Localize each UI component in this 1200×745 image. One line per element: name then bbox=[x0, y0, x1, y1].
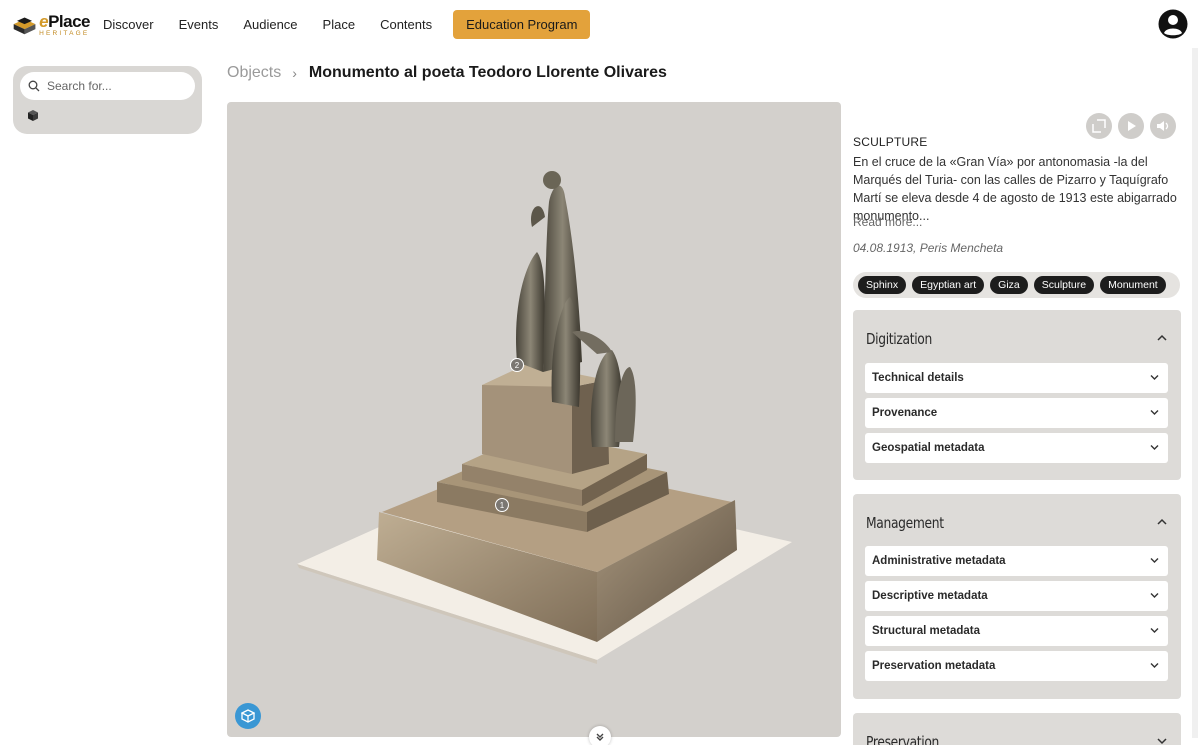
cube-icon[interactable] bbox=[27, 109, 39, 122]
tag-monument[interactable]: Monument bbox=[1100, 276, 1166, 294]
logo-place: Place bbox=[48, 11, 90, 31]
accordion-label: Structural metadata bbox=[872, 625, 981, 637]
tag-list: Sphinx Egyptian art Giza Sculpture Monum… bbox=[853, 272, 1180, 298]
3d-model-viewer[interactable]: 1 2 bbox=[227, 102, 841, 737]
accordion-label: Administrative metadata bbox=[872, 555, 1006, 567]
accordion-administrative-metadata[interactable]: Administrative metadata bbox=[865, 546, 1168, 576]
play-button[interactable] bbox=[1118, 113, 1144, 139]
search-box[interactable] bbox=[20, 72, 195, 100]
ar-view-button[interactable] bbox=[235, 703, 261, 729]
account-icon[interactable] bbox=[1158, 9, 1188, 39]
accordion-structural-metadata[interactable]: Structural metadata bbox=[865, 616, 1168, 646]
logo-e: e bbox=[39, 11, 49, 31]
main-nav: Discover Events Audience Place Contents … bbox=[103, 9, 615, 39]
fullscreen-button[interactable] bbox=[1086, 113, 1112, 139]
accordion-geospatial-metadata[interactable]: Geospatial metadata bbox=[865, 433, 1168, 463]
chevron-down-icon bbox=[1150, 558, 1159, 563]
nav-discover[interactable]: Discover bbox=[103, 17, 154, 32]
logo-icon bbox=[13, 17, 36, 35]
ar-cube-icon bbox=[241, 709, 255, 723]
section-preservation-title[interactable]: Preservation bbox=[866, 733, 939, 745]
nav-audience[interactable]: Audience bbox=[243, 17, 297, 32]
sound-button[interactable] bbox=[1150, 113, 1176, 139]
monument-3d-model[interactable] bbox=[227, 102, 841, 737]
section-digitization-title[interactable]: Digitization bbox=[866, 330, 932, 348]
chevron-up-icon[interactable] bbox=[1157, 518, 1167, 526]
education-program-button[interactable]: Education Program bbox=[453, 9, 591, 39]
search-input[interactable] bbox=[47, 79, 187, 93]
logo-subtitle: HERITAGE bbox=[39, 29, 90, 37]
viewer-controls bbox=[1086, 113, 1176, 139]
section-preservation: Preservation bbox=[853, 713, 1181, 745]
tag-sphinx[interactable]: Sphinx bbox=[858, 276, 907, 294]
accordion-preservation-metadata[interactable]: Preservation metadata bbox=[865, 651, 1168, 681]
nav-place[interactable]: Place bbox=[323, 17, 356, 32]
chevron-down-icon bbox=[1150, 663, 1159, 668]
hotspot-1[interactable]: 1 bbox=[495, 498, 509, 512]
search-icon bbox=[28, 80, 40, 92]
section-management-title[interactable]: Management bbox=[866, 514, 944, 532]
chevron-down-icon bbox=[1150, 375, 1159, 380]
accordion-provenance[interactable]: Provenance bbox=[865, 398, 1168, 428]
sound-icon bbox=[1157, 121, 1169, 131]
section-management: Management Administrative metadata Descr… bbox=[853, 494, 1181, 699]
chevron-down-icon bbox=[1150, 593, 1159, 598]
tag-egyptian-art[interactable]: Egyptian art bbox=[912, 276, 985, 294]
accordion-label: Preservation metadata bbox=[872, 660, 996, 672]
chevron-up-icon[interactable] bbox=[1157, 334, 1167, 342]
nav-contents[interactable]: Contents bbox=[380, 17, 432, 32]
breadcrumb: Objects › Monumento al poeta Teodoro Llo… bbox=[227, 62, 667, 84]
accordion-technical-details[interactable]: Technical details bbox=[865, 363, 1168, 393]
chevron-down-icon[interactable] bbox=[1157, 737, 1167, 745]
accordion-label: Technical details bbox=[872, 372, 964, 384]
chevron-down-icon bbox=[1150, 628, 1159, 633]
section-digitization: Digitization Technical details Provenanc… bbox=[853, 310, 1181, 480]
eplace-heritage-logo[interactable]: ePlace HERITAGE bbox=[12, 10, 90, 40]
sidebar-search-panel bbox=[13, 66, 202, 134]
top-header: ePlace HERITAGE Discover Events Audience… bbox=[0, 0, 1200, 48]
chevron-down-icon bbox=[1150, 410, 1159, 415]
accordion-label: Descriptive metadata bbox=[872, 590, 988, 602]
chevron-down-icon bbox=[1150, 445, 1159, 450]
object-date-author: 04.08.1913, Peris Mencheta bbox=[853, 241, 1004, 255]
hotspot-2[interactable]: 2 bbox=[510, 358, 524, 372]
object-category: SCULPTURE bbox=[853, 135, 928, 149]
play-icon bbox=[1128, 121, 1136, 131]
breadcrumb-objects-link[interactable]: Objects bbox=[227, 64, 281, 82]
scroll-down-icon bbox=[596, 733, 604, 741]
page-title: Monumento al poeta Teodoro Llorente Oliv… bbox=[308, 64, 667, 81]
read-more-link[interactable]: Read more... bbox=[853, 215, 922, 229]
accordion-label: Geospatial metadata bbox=[872, 442, 985, 454]
nav-events[interactable]: Events bbox=[179, 17, 219, 32]
breadcrumb-separator: › bbox=[292, 65, 297, 81]
page-scrollbar[interactable] bbox=[1192, 48, 1198, 738]
tag-giza[interactable]: Giza bbox=[990, 276, 1028, 294]
tag-sculpture[interactable]: Sculpture bbox=[1033, 276, 1095, 294]
fullscreen-icon bbox=[1092, 119, 1106, 133]
scroll-down-button[interactable] bbox=[589, 726, 611, 745]
accordion-label: Provenance bbox=[872, 407, 938, 419]
accordion-descriptive-metadata[interactable]: Descriptive metadata bbox=[865, 581, 1168, 611]
